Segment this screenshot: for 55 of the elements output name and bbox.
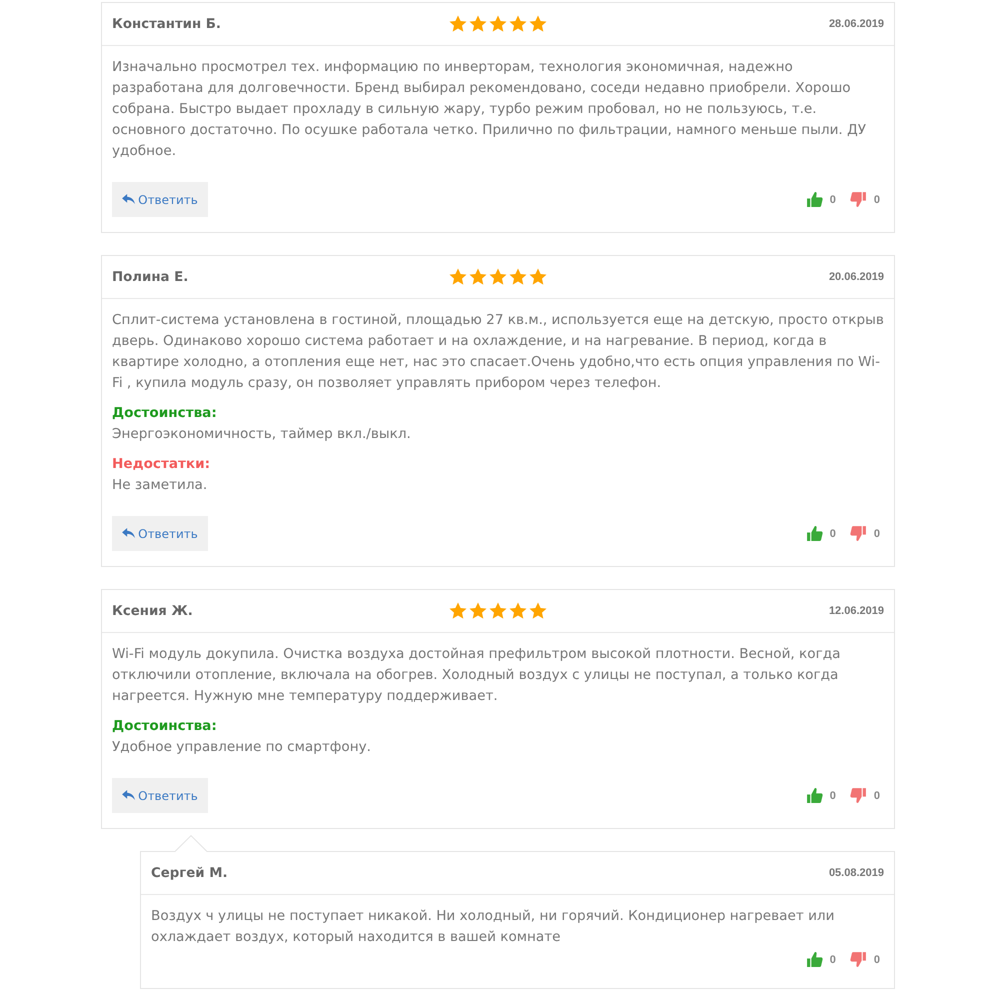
- like-button[interactable]: 0: [806, 787, 836, 804]
- dislike-button[interactable]: 0: [850, 951, 880, 968]
- reply-arrow-icon: [122, 528, 136, 539]
- star-icon: [529, 268, 547, 286]
- star-icon: [489, 602, 507, 620]
- like-button[interactable]: 0: [806, 951, 836, 968]
- author-name: Ксения Ж.: [112, 604, 193, 618]
- star-icon: [509, 15, 527, 33]
- review-date: 05.08.2019: [828, 867, 884, 879]
- like-button[interactable]: 0: [806, 525, 836, 542]
- pros-text: Энергоэкономичность, таймер вкл./выкл.: [112, 425, 412, 444]
- thumbs-down-icon: [850, 191, 867, 208]
- review-date: 20.06.2019: [828, 271, 884, 283]
- star-icon: [469, 602, 487, 620]
- cons-label: Недостатки:: [112, 455, 212, 474]
- star-icon: [489, 268, 507, 286]
- dislike-button[interactable]: 0: [850, 787, 880, 804]
- star-icon: [509, 602, 527, 620]
- dislike-button[interactable]: 0: [850, 191, 880, 208]
- pros-label: Достоинства:: [112, 717, 218, 736]
- star-icon: [489, 15, 507, 33]
- star-icon: [529, 15, 547, 33]
- reply-button[interactable]: Ответить: [112, 778, 208, 813]
- dislike-button[interactable]: 0: [850, 525, 880, 542]
- thumbs-up-icon: [806, 191, 823, 208]
- thumbs-up-icon: [806, 951, 823, 968]
- author-name: Константин Б.: [112, 16, 221, 32]
- review-date: 12.06.2019: [828, 605, 884, 617]
- reply-arrow-icon: [122, 790, 136, 801]
- cons-text: Не заметила.: [112, 476, 208, 495]
- review-text: Воздух ч улицы не поступает никакой. Ни холодный, ни горячий. Кондиционер нагревает или охлаждает воздух, который находится в вашей комнате: [151, 907, 836, 947]
- star-icon: [529, 602, 547, 620]
- thumbs-down-icon: [850, 787, 867, 804]
- reply-button[interactable]: Ответить: [112, 182, 208, 217]
- star-icon: [449, 602, 467, 620]
- review-text: Wi-Fi модуль докупила. Очистка воздуха достойная префильтром высокой плотности. Весной, когда отключили отопление, включала на обогрев. Холодный воздух с улицы не поступал, а только когда нагреется. Нужную мне температуру поддерживает.: [112, 645, 842, 706]
- author-name: Сергей М.: [151, 866, 228, 880]
- star-icon: [509, 268, 527, 286]
- star-icon: [449, 268, 467, 286]
- thumbs-up-icon: [806, 787, 823, 804]
- review-text: Сплит-система установлена в гостиной, площадью 27 кв.м., используется еще на детскую, просто открыв дверь. Одинаково хорошо система работает и на охлаждение, и на нагревание. В период, когда в квартире холодно, а отопления еще нет, нас это спасает.Очень удобно,что есть опция управления по Wi-Fi , купила модуль сразу, он позволяет управлять прибором через телефон.: [112, 311, 884, 393]
- star-icon: [469, 268, 487, 286]
- reply-arrow-icon: [122, 194, 136, 205]
- star-icon: [449, 15, 467, 33]
- review-text: Изначально просмотрел тех. информацию по инверторам, технология экономичная, надежно разработана для долговечности. Бренд выбирал рекомендовано, соседи недавно приобрели. Хорошо собрана. Быстро выдает прохладу в сильную жару, турбо режим пробовал, но не пользуюсь, т.е. основного достаточно. По осушке работала четко. Прилично по фильтрации, намного меньше пыли. ДУ удобное.: [112, 58, 867, 161]
- pros-label: Достоинства:: [112, 404, 218, 423]
- thumbs-down-icon: [850, 951, 867, 968]
- author-name: Полина Е.: [112, 270, 188, 284]
- reply-button[interactable]: Ответить: [112, 516, 208, 551]
- thumbs-up-icon: [806, 525, 823, 542]
- pros-text: Удобное управление по смартфону.: [112, 738, 372, 757]
- review-date: 28.06.2019: [828, 18, 884, 30]
- like-button[interactable]: 0: [806, 191, 836, 208]
- thumbs-down-icon: [850, 525, 867, 542]
- star-icon: [469, 15, 487, 33]
